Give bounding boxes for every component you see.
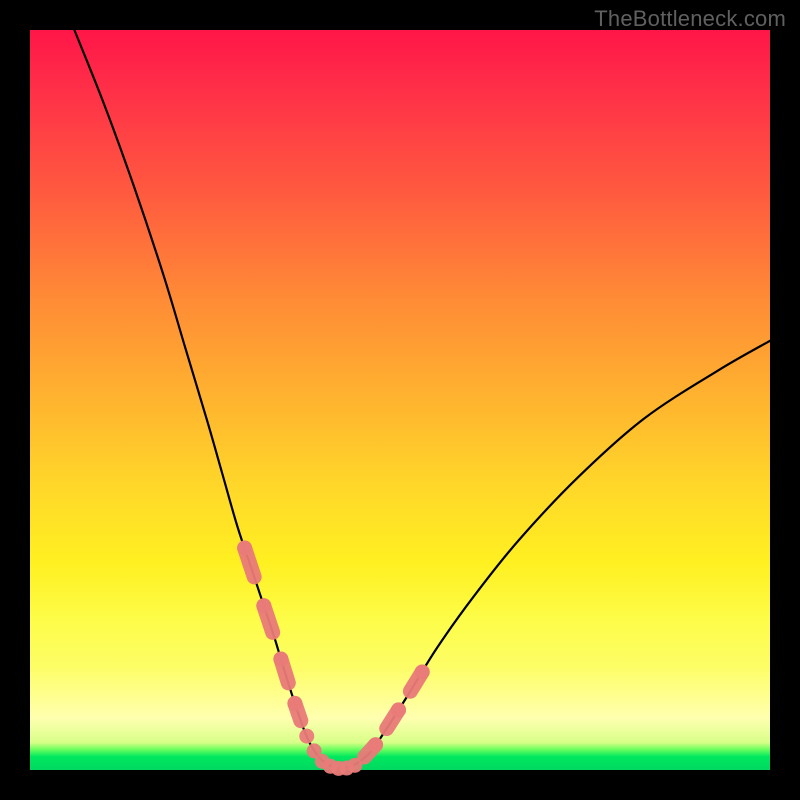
curve-layer [30,30,770,770]
plot-frame [30,30,770,770]
bead-markers [237,541,430,776]
bead-marker [391,702,406,717]
bead-marker [264,606,273,633]
bead-marker [245,548,255,577]
chart-stage: TheBottleneck.com [0,0,800,800]
bead-marker [415,664,430,679]
watermark-label: TheBottleneck.com [594,6,786,32]
bead-marker [299,729,314,744]
bottleneck-curve [74,30,770,768]
bead-marker [368,737,383,752]
bead-marker [281,659,288,683]
bead-marker [295,703,301,720]
